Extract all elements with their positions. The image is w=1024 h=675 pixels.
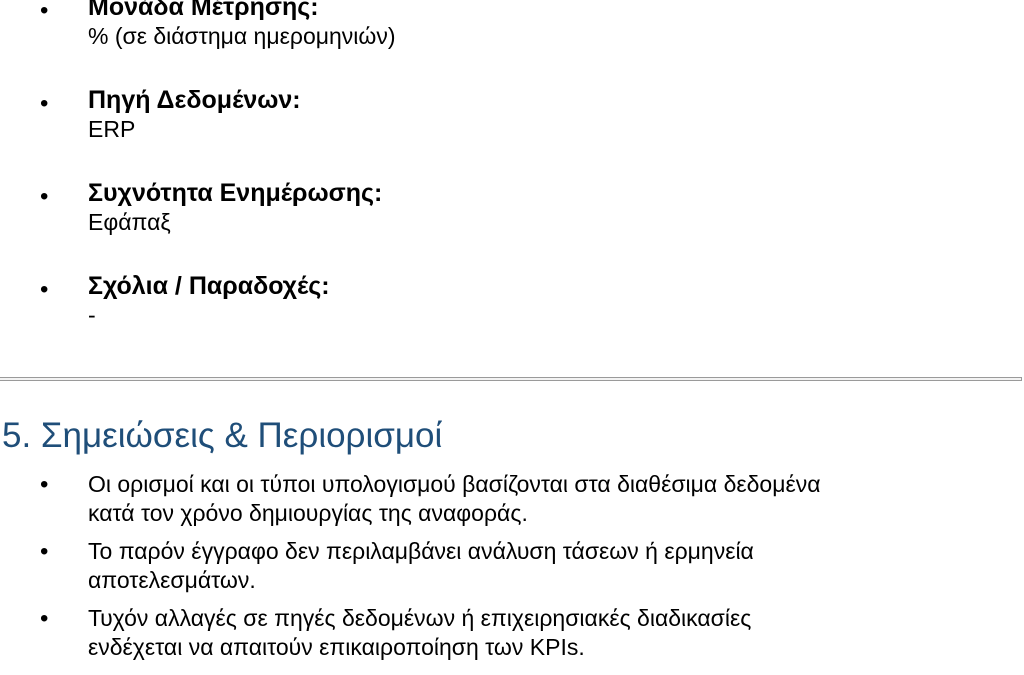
bullet-icon: • [40, 90, 49, 117]
bullet-icon: • [40, 538, 49, 565]
notes-list: • Οι ορισμοί και οι τύποι υπολογισμού βα… [0, 470, 1024, 671]
definition-value: Εφάπαξ [88, 209, 171, 235]
definition-item-update-frequency: • Συχνότητα Ενημέρωσης: Εφάπαξ [0, 178, 1024, 271]
document-page: • Μονάδα Μέτρησης: % (σε διάστημα ημερομ… [0, 0, 1024, 675]
bullet-icon: • [40, 605, 49, 632]
note-item: • Το παρόν έγγραφο δεν περιλαμβάνει ανάλ… [0, 537, 1024, 595]
definition-value: % (σε διάστημα ημερομηνιών) [88, 23, 396, 49]
definition-item-comments: • Σχόλια / Παραδοχές: - [0, 271, 1024, 364]
note-text-line: αποτελεσμάτων. [88, 567, 256, 593]
definition-value: ERP [88, 116, 136, 142]
note-item: • Οι ορισμοί και οι τύποι υπολογισμού βα… [0, 470, 1024, 528]
section-divider [0, 377, 1022, 381]
bullet-icon: • [40, 183, 49, 210]
note-text-line: ενδέχεται να απαιτούν επικαιροποίηση των… [88, 634, 585, 660]
note-item: • Τυχόν αλλαγές σε πηγές δεδομένων ή επι… [0, 604, 1024, 662]
note-text-line: Τυχόν αλλαγές σε πηγές δεδομένων ή επιχε… [88, 605, 752, 631]
bullet-icon: • [40, 276, 49, 303]
bullet-icon: • [40, 0, 49, 24]
kpi-definition-list: • Μονάδα Μέτρησης: % (σε διάστημα ημερομ… [0, 0, 1024, 364]
definition-term: Μονάδα Μέτρησης: [88, 0, 319, 21]
definition-item-unit: • Μονάδα Μέτρησης: % (σε διάστημα ημερομ… [0, 0, 1024, 85]
note-text-line: κατά τον χρόνο δημιουργίας της αναφοράς. [88, 500, 528, 526]
definition-term: Σχόλια / Παραδοχές: [88, 272, 330, 300]
note-text-line: Οι ορισμοί και οι τύποι υπολογισμού βασί… [88, 471, 821, 497]
note-text-line: Το παρόν έγγραφο δεν περιλαμβάνει ανάλυσ… [88, 538, 754, 564]
bullet-icon: • [40, 471, 49, 498]
definition-term: Συχνότητα Ενημέρωσης: [88, 179, 383, 207]
section-title: 5. Σημειώσεις & Περιορισμοί [2, 416, 443, 455]
definition-value: - [88, 302, 96, 328]
definition-term: Πηγή Δεδομένων: [88, 86, 301, 114]
definition-item-data-source: • Πηγή Δεδομένων: ERP [0, 85, 1024, 178]
